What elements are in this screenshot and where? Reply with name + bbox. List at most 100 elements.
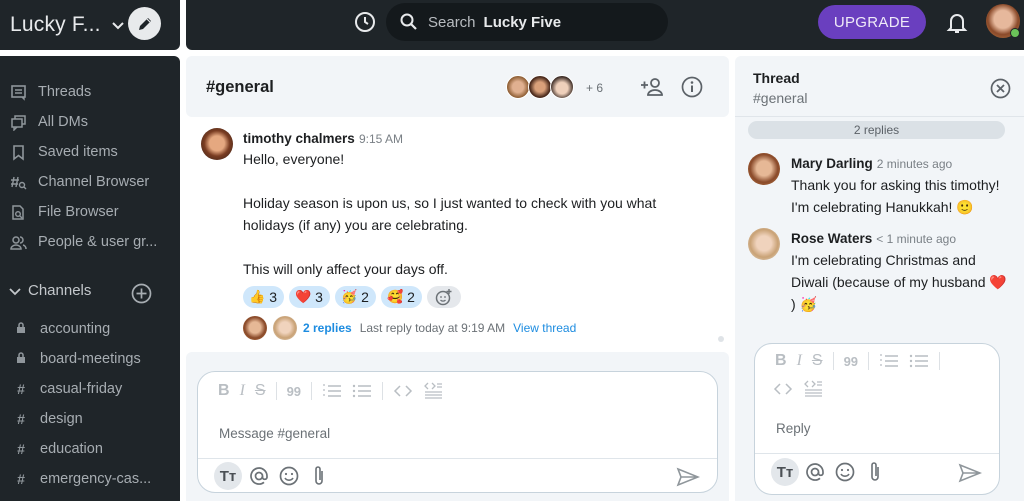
history-clock-icon[interactable] bbox=[354, 11, 376, 33]
thread-channel[interactable]: #general bbox=[753, 90, 808, 106]
text-format-toggle[interactable]: Tт bbox=[771, 458, 799, 486]
channel-name: board-meetings bbox=[40, 351, 141, 367]
reply-author-avatar[interactable] bbox=[748, 228, 780, 260]
sidebar-item-channel-browser[interactable]: Channel Browser bbox=[10, 171, 149, 193]
compose-button[interactable] bbox=[128, 7, 161, 40]
scrollbar[interactable] bbox=[718, 336, 724, 342]
format-toolbar: B I S 99 bbox=[218, 382, 443, 400]
reaction-heart[interactable]: ❤️ 3 bbox=[288, 286, 330, 308]
chevron-down-icon[interactable] bbox=[111, 18, 125, 32]
reply-author[interactable]: Mary Darling 2 minutes ago bbox=[791, 156, 952, 171]
info-icon[interactable] bbox=[681, 76, 703, 98]
bell-icon[interactable] bbox=[946, 11, 968, 35]
at-sign-icon bbox=[250, 467, 268, 485]
bookmark-icon bbox=[13, 144, 24, 161]
reply-text: I'm celebrating Hanukkah! 🙂 bbox=[791, 199, 974, 215]
member-avatar[interactable] bbox=[528, 75, 552, 99]
thread-summary: 2 replies Last reply today at 9:19 AM Vi… bbox=[243, 316, 576, 340]
channel-item-casual-friday[interactable]: # casual-friday bbox=[14, 381, 122, 397]
paperclip-icon bbox=[871, 462, 879, 481]
sidebar-item-label: Threads bbox=[38, 84, 92, 100]
code-icon[interactable] bbox=[773, 381, 793, 397]
close-icon[interactable] bbox=[990, 78, 1011, 99]
reply-author-avatar[interactable] bbox=[748, 153, 780, 185]
reactions: 👍 3 ❤️ 3 🥳 2 🥰 2 bbox=[243, 286, 461, 308]
sidebar-item-file-browser[interactable]: File Browser bbox=[10, 201, 119, 223]
top-bar: Search Lucky Five UPGRADE bbox=[186, 0, 1024, 50]
toolbar-divider bbox=[382, 382, 384, 400]
code-icon[interactable] bbox=[393, 383, 413, 399]
upgrade-button[interactable]: UPGRADE bbox=[818, 5, 926, 39]
attach-button[interactable] bbox=[861, 458, 889, 486]
emoji-button[interactable] bbox=[831, 458, 859, 486]
reply-text: Diwali (because of my husband ❤️ bbox=[791, 274, 1007, 290]
sidebar-item-threads[interactable]: Threads bbox=[10, 81, 91, 103]
sidebar-item-people[interactable]: People & user gr... bbox=[10, 231, 157, 253]
quote-button[interactable]: 99 bbox=[287, 384, 301, 399]
code-block-icon[interactable] bbox=[423, 382, 443, 400]
reply-author[interactable]: Rose Waters < 1 minute ago bbox=[791, 231, 956, 246]
reply-count-link[interactable]: 2 replies bbox=[303, 321, 352, 335]
bold-button[interactable]: B bbox=[775, 352, 787, 370]
channel-name: accounting bbox=[40, 321, 111, 337]
add-channel-icon[interactable] bbox=[131, 283, 152, 304]
member-avatar[interactable] bbox=[506, 75, 530, 99]
search-input[interactable]: Search Lucky Five bbox=[386, 3, 668, 41]
toolbar-divider bbox=[868, 352, 870, 370]
quote-button[interactable]: 99 bbox=[844, 354, 858, 369]
emoji-button[interactable] bbox=[275, 462, 303, 490]
heart-emoji: ❤️ bbox=[294, 289, 312, 304]
text-format-toggle[interactable]: Tт bbox=[214, 462, 242, 490]
at-sign-icon bbox=[806, 463, 824, 481]
italic-button[interactable]: I bbox=[797, 352, 802, 370]
pencil-icon bbox=[138, 17, 151, 30]
italic-button[interactable]: I bbox=[240, 382, 245, 400]
bold-button[interactable]: B bbox=[218, 382, 230, 400]
bullet-list-icon[interactable] bbox=[352, 383, 372, 399]
mention-button[interactable] bbox=[801, 458, 829, 486]
toolbar-divider bbox=[939, 352, 941, 370]
ordered-list-icon[interactable] bbox=[879, 353, 899, 369]
channels-section-toggle[interactable]: Channels bbox=[8, 282, 91, 299]
reaction-party-face[interactable]: 🥳 2 bbox=[334, 286, 376, 308]
message-input[interactable]: Message #general bbox=[219, 426, 330, 441]
message-author-avatar[interactable] bbox=[201, 128, 233, 160]
reaction-thumbs-up[interactable]: 👍 3 bbox=[243, 286, 284, 308]
bullet-list-icon[interactable] bbox=[909, 353, 929, 369]
reply-author-name: Mary Darling bbox=[791, 156, 873, 171]
toolbar-divider bbox=[275, 382, 277, 400]
message-composer: B I S 99 Message #general Tт bbox=[197, 371, 718, 493]
paperclip-icon bbox=[315, 466, 323, 485]
workspace-name[interactable]: Lucky F... bbox=[10, 13, 101, 37]
channel-item-board-meetings[interactable]: board-meetings bbox=[14, 351, 141, 367]
send-icon[interactable] bbox=[676, 467, 700, 487]
add-member-icon[interactable] bbox=[640, 76, 664, 98]
member-count[interactable]: + 6 bbox=[586, 81, 603, 95]
code-block-icon[interactable] bbox=[803, 380, 823, 398]
search-label: Search bbox=[428, 13, 476, 31]
message-time: 9:15 AM bbox=[359, 132, 404, 146]
reaction-count: 2 bbox=[407, 289, 415, 305]
reaction-count: 3 bbox=[269, 289, 277, 305]
channel-item-design[interactable]: # design bbox=[14, 411, 83, 427]
send-icon[interactable] bbox=[958, 463, 982, 483]
strikethrough-button[interactable]: S bbox=[812, 352, 823, 370]
sidebar: Threads All DMs Saved items Channel Brow… bbox=[0, 56, 180, 501]
channel-item-emergency[interactable]: # emergency-cas... bbox=[14, 471, 151, 487]
channel-item-education[interactable]: # education bbox=[14, 441, 103, 457]
attach-button[interactable] bbox=[305, 462, 333, 490]
reply-input[interactable]: Reply bbox=[776, 421, 811, 436]
sidebar-item-saved-items[interactable]: Saved items bbox=[10, 141, 118, 163]
search-scope: Lucky Five bbox=[483, 13, 562, 31]
channel-item-accounting[interactable]: accounting bbox=[14, 321, 110, 337]
ordered-list-icon[interactable] bbox=[322, 383, 342, 399]
sidebar-item-all-dms[interactable]: All DMs bbox=[10, 111, 88, 133]
mention-button[interactable] bbox=[245, 462, 273, 490]
message-author[interactable]: timothy chalmers bbox=[243, 131, 355, 146]
reaction-smiling-hearts[interactable]: 🥰 2 bbox=[380, 286, 422, 308]
view-thread-link[interactable]: View thread bbox=[513, 321, 576, 335]
reply-text: I'm celebrating Christmas and bbox=[791, 252, 976, 268]
strikethrough-button[interactable]: S bbox=[255, 382, 266, 400]
member-avatar[interactable] bbox=[550, 75, 574, 99]
add-reaction-button[interactable] bbox=[426, 286, 461, 308]
